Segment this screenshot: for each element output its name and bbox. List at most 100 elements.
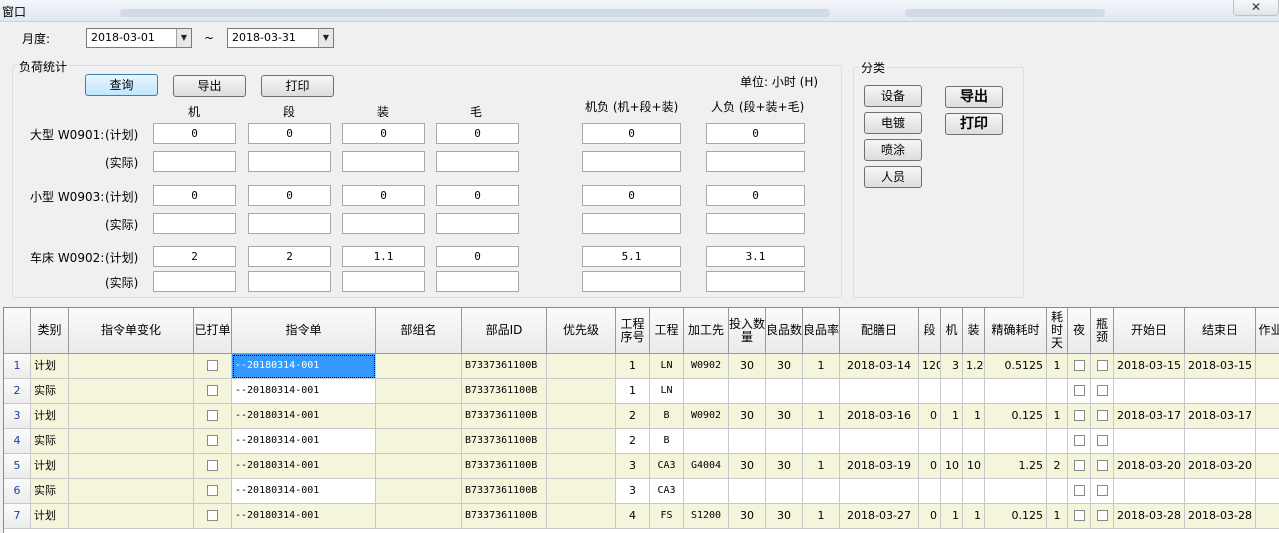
grid-cell[interactable]: 30 xyxy=(766,354,803,379)
grid-cell[interactable]: 30 xyxy=(729,504,766,529)
grid-cell[interactable]: B xyxy=(650,404,684,429)
grid-cell[interactable]: --20180314-001 xyxy=(232,379,376,404)
grid-cell[interactable] xyxy=(766,379,803,404)
load-plan-field[interactable]: 0 xyxy=(248,123,331,144)
grid-cell[interactable] xyxy=(376,354,462,379)
grid-cell[interactable] xyxy=(803,379,840,404)
grid-cell[interactable]: 3 xyxy=(616,454,650,479)
row-number[interactable]: 5 xyxy=(4,454,31,479)
grid-cell[interactable]: --20180314-001 xyxy=(232,479,376,504)
grid-cell[interactable]: CA3 xyxy=(650,454,684,479)
grid-cell[interactable]: 2018-03-20 xyxy=(1114,454,1185,479)
table-row[interactable]: 5 计划 --20180314-001 B7337361100B 3 CA3 G4004 30… xyxy=(4,454,1279,479)
grid-cell[interactable]: --20180314-001 xyxy=(232,504,376,529)
grid-cell[interactable]: 2018-03-14 xyxy=(840,354,919,379)
grid-cell[interactable]: 1 xyxy=(1047,504,1068,529)
grid-cell[interactable]: B7337361100B xyxy=(462,379,547,404)
grid-cell[interactable] xyxy=(766,479,803,504)
bottleneck-checkbox[interactable] xyxy=(1096,459,1108,471)
grid-cell[interactable]: 2018-03-28 xyxy=(1114,504,1185,529)
grid-cell[interactable]: B7337361100B xyxy=(462,504,547,529)
grid-cell[interactable]: 1 xyxy=(1047,404,1068,429)
table-row[interactable]: 4 实际 --20180314-001 B7337361100B 2 B xyxy=(4,429,1279,454)
grid-cell[interactable]: 30 xyxy=(766,454,803,479)
grid-column-header[interactable]: 工程 xyxy=(650,308,684,354)
grid-cell[interactable]: --20180314-001 xyxy=(232,404,376,429)
plating-button[interactable]: 电镀 xyxy=(864,112,922,134)
grid-cell[interactable] xyxy=(1114,429,1185,454)
printed-checkbox[interactable] xyxy=(207,384,218,396)
grid-cell[interactable]: W0902 xyxy=(684,404,729,429)
grid-checkbox-cell[interactable] xyxy=(1068,404,1091,429)
grid-cell[interactable]: 计划 xyxy=(31,454,69,479)
grid-cell[interactable]: LN xyxy=(650,379,684,404)
grid-column-header[interactable]: 部品ID xyxy=(462,308,547,354)
print-button[interactable]: 打印 xyxy=(261,75,334,97)
grid-cell[interactable] xyxy=(1047,479,1068,504)
grid-cell[interactable] xyxy=(547,479,616,504)
grid-cell[interactable]: 1 xyxy=(616,354,650,379)
load-actual-field[interactable] xyxy=(706,271,805,292)
load-actual-field[interactable] xyxy=(153,271,236,292)
load-plan-field[interactable]: 0 xyxy=(153,123,236,144)
grid-cell[interactable] xyxy=(1114,479,1185,504)
load-actual-field[interactable] xyxy=(248,271,331,292)
grid-checkbox-cell[interactable] xyxy=(1068,454,1091,479)
grid-cell[interactable] xyxy=(376,479,462,504)
load-actual-field[interactable] xyxy=(706,213,805,234)
bottleneck-checkbox[interactable] xyxy=(1096,509,1108,521)
load-actual-field[interactable] xyxy=(342,151,425,172)
grid-cell[interactable]: 1 xyxy=(803,404,840,429)
load-plan-field[interactable]: 0 xyxy=(153,185,236,206)
grid-cell[interactable] xyxy=(963,429,985,454)
table-row[interactable]: 2 实际 --20180314-001 B7337361100B 1 LN xyxy=(4,379,1279,404)
grid-column-header[interactable]: 类别 xyxy=(31,308,69,354)
grid-cell[interactable]: 0 xyxy=(919,454,941,479)
load-actual-field[interactable] xyxy=(582,151,681,172)
grid-cell[interactable]: 3 xyxy=(941,354,963,379)
grid-cell[interactable]: 2018-03-27 xyxy=(840,504,919,529)
grid-cell[interactable] xyxy=(376,379,462,404)
night-checkbox[interactable] xyxy=(1073,409,1085,421)
grid-cell[interactable] xyxy=(963,479,985,504)
grid-column-header[interactable]: 指令单变化 xyxy=(69,308,194,354)
grid-cell[interactable]: G4004 xyxy=(684,454,729,479)
grid-cell[interactable] xyxy=(376,404,462,429)
grid-column-header[interactable]: 机 xyxy=(941,308,963,354)
grid-cell[interactable] xyxy=(376,504,462,529)
table-row[interactable]: 1 计划 --20180314-001 B7337361100B 1 LN W0902 30 3… xyxy=(4,354,1279,379)
grid-checkbox-cell[interactable] xyxy=(1068,429,1091,454)
load-plan-field[interactable]: 0 xyxy=(706,123,805,144)
grid-cell[interactable]: S1200 xyxy=(684,504,729,529)
personnel-button[interactable]: 人员 xyxy=(864,166,922,188)
load-plan-field[interactable]: 0 xyxy=(342,185,425,206)
grid-cell[interactable]: 1 xyxy=(1047,354,1068,379)
night-checkbox[interactable] xyxy=(1073,359,1085,371)
grid-cell[interactable] xyxy=(547,454,616,479)
grid-cell[interactable] xyxy=(69,504,194,529)
table-row[interactable]: 7 计划 --20180314-001 B7337361100B 4 FS S1200 30 3… xyxy=(4,504,1279,529)
load-plan-field[interactable]: 0 xyxy=(436,246,519,267)
grid-cell[interactable]: 0.5125 xyxy=(985,354,1047,379)
grid-cell[interactable]: 4 xyxy=(616,504,650,529)
grid-column-header[interactable]: 指令单 xyxy=(232,308,376,354)
grid-cell[interactable] xyxy=(1047,429,1068,454)
grid-cell[interactable] xyxy=(1047,379,1068,404)
close-icon[interactable]: ✕ xyxy=(1233,0,1279,16)
grid-cell[interactable]: 1 xyxy=(941,404,963,429)
table-row[interactable]: 3 计划 --20180314-001 B7337361100B 2 B W0902 30 30… xyxy=(4,404,1279,429)
grid-cell[interactable]: 实际 xyxy=(31,479,69,504)
grid-cell[interactable]: B7337361100B xyxy=(462,404,547,429)
grid-cell[interactable] xyxy=(547,379,616,404)
grid-cell[interactable] xyxy=(840,379,919,404)
grid-cell[interactable]: 2018-03-20 xyxy=(1185,454,1256,479)
grid-column-header[interactable]: 结束日 xyxy=(1185,308,1256,354)
load-plan-field[interactable]: 0 xyxy=(582,185,681,206)
grid-cell[interactable]: 2 xyxy=(616,429,650,454)
grid-checkbox-cell[interactable] xyxy=(194,354,232,379)
night-checkbox[interactable] xyxy=(1073,459,1085,471)
grid-cell[interactable]: B xyxy=(650,429,684,454)
grid-cell[interactable] xyxy=(1185,429,1256,454)
grid-cell[interactable] xyxy=(684,479,729,504)
grid-checkbox-cell[interactable] xyxy=(194,404,232,429)
